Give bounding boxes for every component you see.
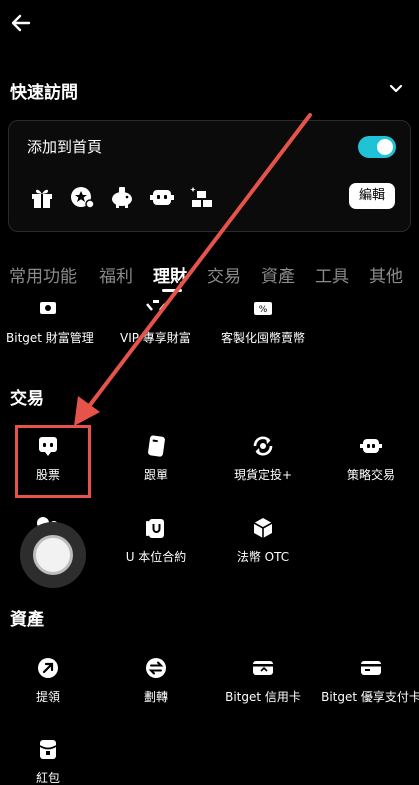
toggle-knob (377, 139, 393, 155)
withdraw-label: 提領 (35, 690, 60, 704)
tab-tools[interactable]: 工具 (315, 262, 349, 287)
strategy-trading-item[interactable]: 策略交易 (316, 434, 419, 483)
gift-icon[interactable] (29, 184, 55, 210)
quick-access-card: 添加到首頁 編輯 (8, 120, 411, 232)
withdraw-icon (38, 658, 58, 678)
transfer-item[interactable]: 劃轉 (101, 656, 211, 705)
edit-button[interactable]: 編輯 (349, 183, 395, 209)
red-packet-icon (39, 740, 57, 759)
usdt-futures-item[interactable]: U 本位合約 (101, 516, 211, 565)
credit-card-item[interactable]: Bitget 信用卡 (208, 656, 318, 705)
robot-icon[interactable] (149, 184, 175, 210)
fiat-otc-label: 法幣 OTC (236, 550, 290, 564)
copy-trading-label: 跟單 (143, 468, 168, 482)
strategy-robot-icon (360, 439, 382, 453)
tab-trading[interactable]: 交易 (207, 262, 241, 287)
copy-trading-item[interactable]: 跟單 (101, 434, 211, 483)
payment-card-item[interactable]: Bitget 優享支付卡 (316, 656, 419, 705)
trading-section-title: 交易 (10, 389, 44, 409)
spot-dca-item[interactable]: 現貨定投+ (208, 434, 318, 483)
red-packet-item[interactable]: 紅包 (0, 737, 103, 785)
floating-assistive-button[interactable] (20, 522, 86, 588)
add-to-home-toggle[interactable] (358, 136, 396, 158)
payment-card-icon (361, 661, 381, 675)
chevron-down-icon[interactable] (388, 80, 404, 96)
tab-common[interactable]: 常用功能 (9, 262, 77, 287)
fiat-otc-item[interactable]: 法幣 OTC (208, 516, 318, 565)
vip-wealth-label[interactable]: VIP 專享財富 (120, 329, 191, 346)
tab-assets[interactable]: 資產 (261, 262, 295, 287)
custom-dca-icon[interactable]: % (253, 302, 273, 316)
credit-card-icon (253, 661, 273, 675)
category-tabs: 常用功能 福利 理財 交易 資產 工具 其他 (0, 262, 419, 288)
back-arrow-icon[interactable] (10, 12, 32, 34)
floating-button-core (33, 535, 73, 575)
vip-wealth-icon[interactable] (145, 300, 167, 316)
transfer-icon (146, 658, 166, 678)
assets-section-title: 資產 (10, 610, 44, 630)
red-packet-label: 紅包 (35, 771, 60, 785)
stocks-highlight-box (15, 425, 91, 498)
transfer-label: 劃轉 (143, 690, 168, 704)
tab-benefits[interactable]: 福利 (99, 262, 133, 287)
svg-text:%: % (259, 305, 268, 315)
spot-dca-icon (253, 436, 273, 456)
usdt-futures-label: U 本位合約 (125, 550, 187, 564)
copy-trading-icon (148, 435, 165, 457)
active-tab-indicator (162, 289, 182, 292)
spot-dca-label: 現貨定投+ (233, 468, 293, 482)
add-to-home-label: 添加到首頁 (27, 138, 103, 156)
withdraw-item[interactable]: 提領 (0, 656, 103, 705)
gold-bars-icon[interactable] (189, 184, 215, 210)
quick-access-title: 快速訪問 (10, 83, 78, 103)
wealth-management-icon[interactable] (39, 302, 57, 316)
usdt-futures-icon (146, 519, 164, 538)
payment-card-label: Bitget 優享支付卡 (321, 690, 419, 704)
strategy-trading-label: 策略交易 (346, 468, 395, 482)
credit-card-label: Bitget 信用卡 (225, 690, 301, 704)
piggy-bank-icon[interactable] (109, 184, 135, 210)
custom-dca-label[interactable]: 客製化囤幣賣幣 (221, 329, 305, 346)
tab-finance[interactable]: 理財 (153, 262, 187, 287)
wealth-management-label[interactable]: Bitget 財富管理 (6, 329, 94, 346)
star-user-icon[interactable] (69, 184, 95, 210)
fiat-otc-icon (253, 518, 273, 538)
tab-other[interactable]: 其他 (369, 262, 403, 287)
